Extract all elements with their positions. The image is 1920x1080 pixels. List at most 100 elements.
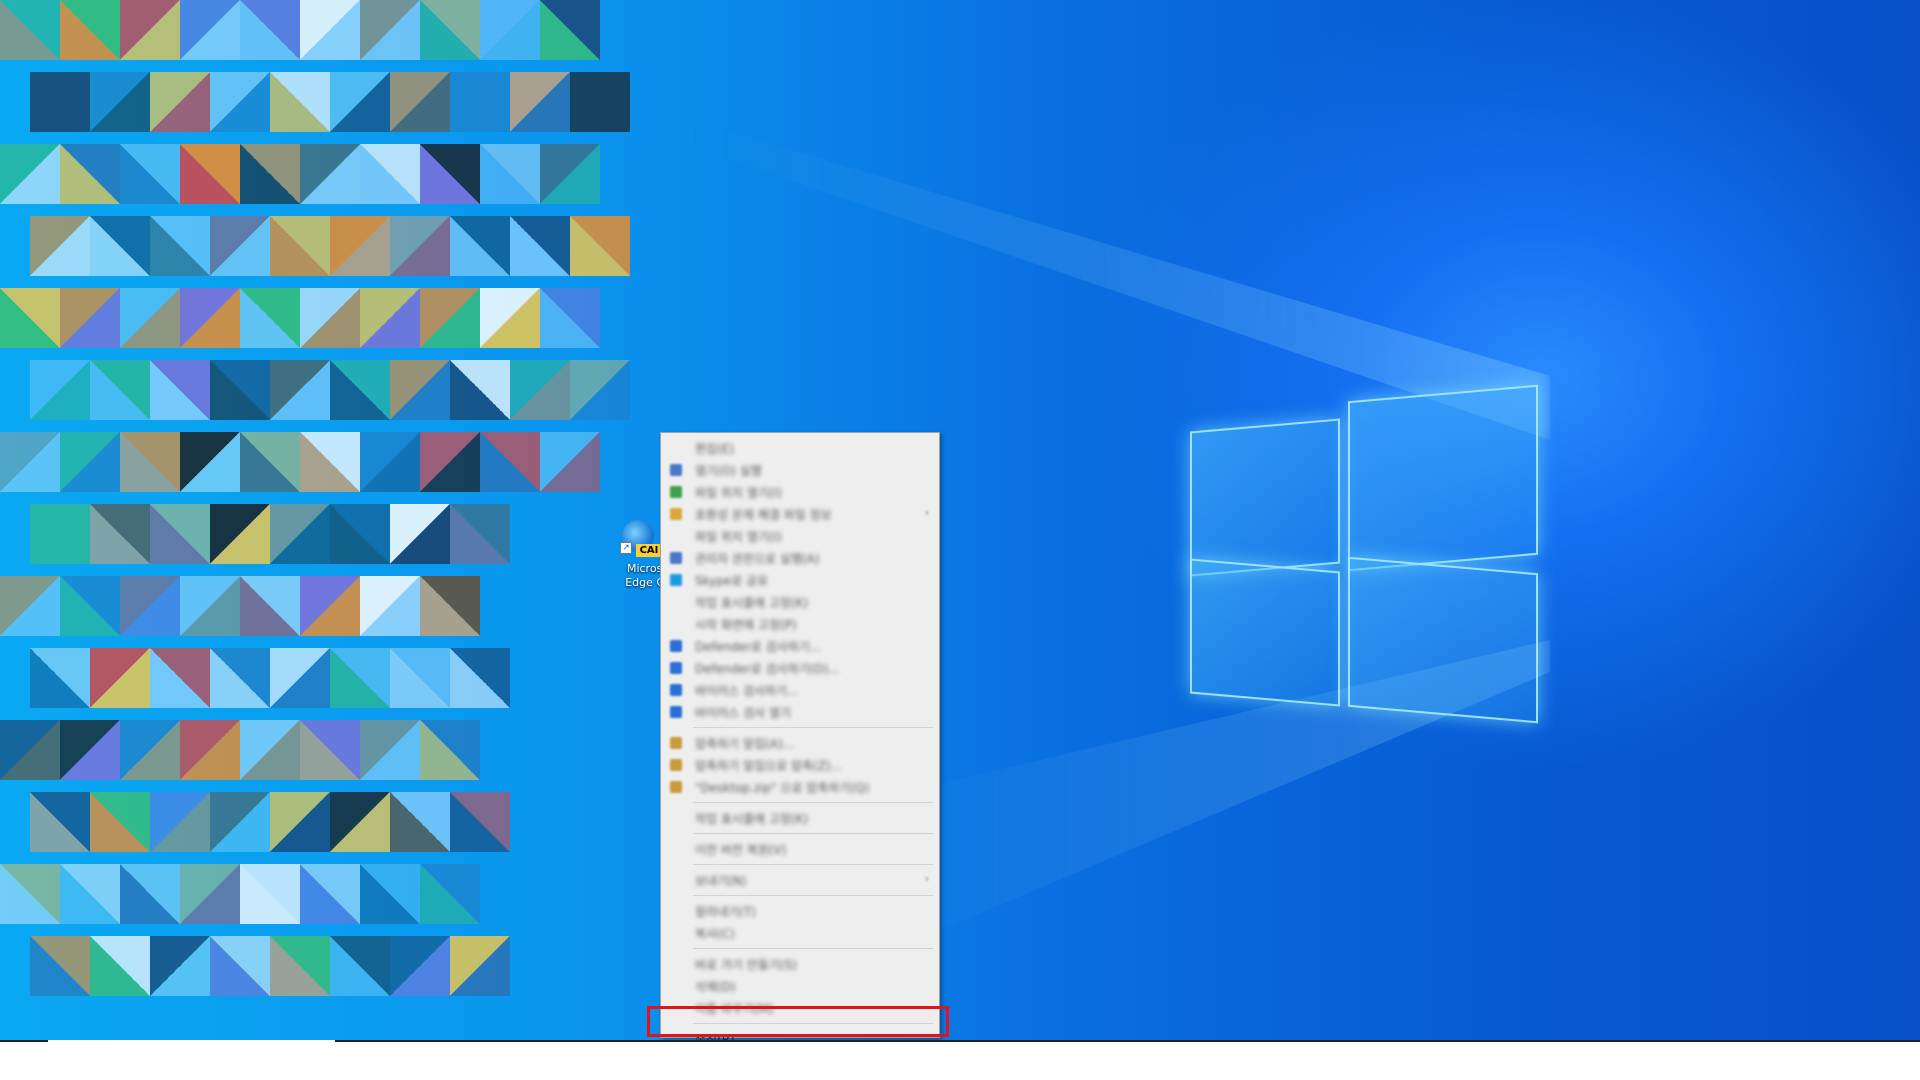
mosaic-tile	[480, 144, 540, 204]
menu-item-label: 파일 위치 열기(I)	[695, 485, 782, 500]
mosaic-tile	[540, 288, 600, 348]
mosaic-tile	[360, 864, 420, 924]
menu-separator	[693, 864, 933, 865]
archive-icon	[670, 759, 682, 771]
menu-item[interactable]: 호환성 문제 해결 파일 정보 ›	[661, 503, 939, 525]
mosaic-tile	[30, 504, 90, 564]
mosaic-tile	[390, 648, 450, 708]
mosaic-tile	[210, 504, 270, 564]
mosaic-tile	[330, 792, 390, 852]
mosaic-tile	[180, 576, 240, 636]
mosaic-tile	[30, 72, 90, 132]
mosaic-tile	[120, 720, 180, 780]
menu-item[interactable]: 바이러스 검사 열기	[661, 701, 939, 723]
menu-item[interactable]: 압축하기 알집으로 압축(Z)...	[661, 754, 939, 776]
defender-icon	[670, 640, 682, 652]
menu-item[interactable]: 바이러스 검사하기...	[661, 679, 939, 701]
mosaic-tile	[150, 504, 210, 564]
mosaic-tile	[450, 504, 510, 564]
mosaic-tile	[120, 144, 180, 204]
menu-item-label: 삭제(D)	[695, 979, 736, 994]
defender-icon	[670, 684, 682, 696]
menu-item[interactable]: 이전 버전 복원(V)	[661, 838, 939, 860]
menu-item-label: 이전 버전 복원(V)	[695, 842, 787, 857]
mosaic-tile	[540, 144, 600, 204]
menu-item[interactable]: 작업 표시줄에 고정(K)	[661, 591, 939, 613]
menu-item[interactable]: 시작 화면에 고정(P)	[661, 613, 939, 635]
menu-item[interactable]: Defender로 검사하기(D)...	[661, 657, 939, 679]
mosaic-tile	[30, 792, 90, 852]
mosaic-tile	[30, 360, 90, 420]
mosaic-tile	[570, 360, 630, 420]
menu-item[interactable]: 압축하기 알집(A)...	[661, 732, 939, 754]
mosaic-tile	[60, 288, 120, 348]
mosaic-tile	[360, 432, 420, 492]
menu-item[interactable]: 삭제(D)	[661, 975, 939, 997]
mosaic-tile	[210, 360, 270, 420]
windows-logo-pane	[1190, 558, 1340, 707]
menu-item[interactable]: 파일 위치 열기(I)	[661, 525, 939, 547]
mosaic-tile	[210, 936, 270, 996]
skype-icon	[670, 574, 682, 586]
mosaic-tile	[0, 864, 60, 924]
mosaic-tile	[330, 504, 390, 564]
menu-item[interactable]: 바로 가기 만들기(S)	[661, 953, 939, 975]
mosaic-tile	[240, 720, 300, 780]
mosaic-tile	[60, 0, 120, 60]
menu-item[interactable]: 보내기(N) ›	[661, 869, 939, 891]
mosaic-tile	[360, 0, 420, 60]
shortcut-badge: CAI	[636, 544, 662, 557]
menu-item-label: 작업 표시줄에 고정(K)	[695, 811, 809, 826]
mosaic-tile	[240, 144, 300, 204]
mosaic-tile	[30, 648, 90, 708]
menu-item-label: 작업 표시줄에 고정(K)	[695, 595, 809, 610]
desktop: ↗ CAI Microso Edge Ca 편집(E) 열기(O) 실행 파일 위치…	[0, 0, 1920, 1040]
menu-item[interactable]: 관리자 권한으로 실행(A)	[661, 547, 939, 569]
green-icon	[670, 486, 682, 498]
menu-item[interactable]: 편집(E)	[661, 437, 939, 459]
mosaic-tile	[510, 72, 570, 132]
context-menu: 편집(E) 열기(O) 실행 파일 위치 열기(I) 호환성 문제 해결 파일 정보 ›…	[660, 432, 940, 1040]
menu-item[interactable]: 열기(O) 실행	[661, 459, 939, 481]
menu-item-label: 열기(O) 실행	[695, 463, 762, 478]
menu-item[interactable]: 잘라내기(T)	[661, 900, 939, 922]
mosaic-tile	[300, 864, 360, 924]
mosaic-tile	[0, 720, 60, 780]
mosaic-tile	[90, 72, 150, 132]
mosaic-tile	[540, 432, 600, 492]
menu-item[interactable]: "Desktop.zip" 으로 압축하기(Q)	[661, 776, 939, 798]
mosaic-tile	[390, 72, 450, 132]
mosaic-tile	[150, 72, 210, 132]
mosaic-tile	[450, 792, 510, 852]
mosaic-tile	[510, 216, 570, 276]
menu-item-label: 압축하기 알집으로 압축(Z)...	[695, 758, 843, 773]
mosaic-tile	[0, 144, 60, 204]
menu-separator	[693, 895, 933, 896]
windows-logo-pane	[1348, 556, 1538, 724]
mosaic-tile	[90, 504, 150, 564]
menu-separator	[693, 802, 933, 803]
menu-item-label: Defender로 검사하기(D)...	[695, 661, 840, 676]
mosaic-tile	[330, 216, 390, 276]
mosaic-tile	[180, 288, 240, 348]
mosaic-tile	[0, 432, 60, 492]
menu-separator	[693, 833, 933, 834]
mosaic-tile	[390, 504, 450, 564]
menu-item[interactable]: 작업 표시줄에 고정(K)	[661, 807, 939, 829]
menu-item[interactable]: Defender로 검사하기...	[661, 635, 939, 657]
menu-item[interactable]: 파일 위치 열기(I)	[661, 481, 939, 503]
mosaic-tile	[0, 576, 60, 636]
taskbar-gap	[48, 1040, 335, 1042]
menu-item[interactable]: 복사(C)	[661, 922, 939, 944]
mosaic-tile	[390, 216, 450, 276]
mosaic-tile	[480, 432, 540, 492]
mosaic-tile	[420, 720, 480, 780]
mosaic-tile	[420, 0, 480, 60]
mosaic-tile	[360, 576, 420, 636]
mosaic-tile	[0, 0, 60, 60]
mosaic-tile	[420, 144, 480, 204]
mosaic-tile	[240, 0, 300, 60]
menu-item[interactable]: Skype로 공유	[661, 569, 939, 591]
defender-icon	[670, 706, 682, 718]
menu-item-label: 바로 가기 만들기(S)	[695, 957, 797, 972]
